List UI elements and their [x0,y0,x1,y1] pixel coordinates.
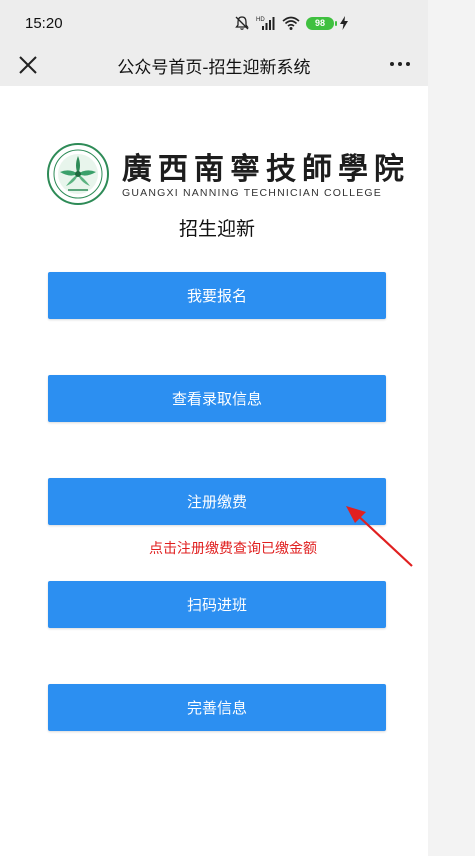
svg-text:HD: HD [256,17,265,23]
mute-icon [235,16,249,30]
register-button[interactable]: 我要报名 [48,272,386,319]
more-dot [398,62,402,66]
college-logo: 廣西南寧技師學院 GUANGXI NANNING TECHNICIAN COLL… [46,138,404,210]
nav-bar: 公众号首页-招生迎新系统 [0,44,428,86]
close-icon[interactable] [16,53,40,77]
more-dot [390,62,394,66]
college-name-en: GUANGXI NANNING TECHNICIAN COLLEGE [122,187,382,199]
view-admission-button[interactable]: 查看录取信息 [48,375,386,422]
status-bar: 15:20 HD 98 [0,0,428,44]
page-content: 廣西南寧技師學院 GUANGXI NANNING TECHNICIAN COLL… [6,86,428,856]
signal-hd-icon: HD [256,17,275,30]
wifi-icon [282,16,300,30]
scan-join-class-button[interactable]: 扫码进班 [48,581,386,628]
registration-payment-button[interactable]: 注册缴费 [48,478,386,525]
charging-icon [340,16,348,30]
college-name-cn: 廣西南寧技師學院 [122,152,410,187]
battery-level: 98 [314,18,325,28]
complete-info-button[interactable]: 完善信息 [48,684,386,731]
right-gutter [428,0,475,856]
annotation-arrow-icon [346,506,413,567]
nav-title: 公众号首页-招生迎新系统 [117,58,311,78]
more-icon[interactable] [390,62,410,66]
phone-screen: 15:20 HD 98 公众号首页-招生迎新系统 廣西南寧技師學院 GUANGX… [0,0,428,856]
page-heading: 招生迎新 [178,218,255,240]
battery-icon: 98 [306,16,337,30]
status-icons: HD 98 [234,14,348,32]
college-emblem-icon [47,143,109,205]
annotation-text: 点击注册缴费查询已缴金额 [149,541,317,557]
more-dot [406,62,410,66]
status-time: 15:20 [25,15,63,32]
